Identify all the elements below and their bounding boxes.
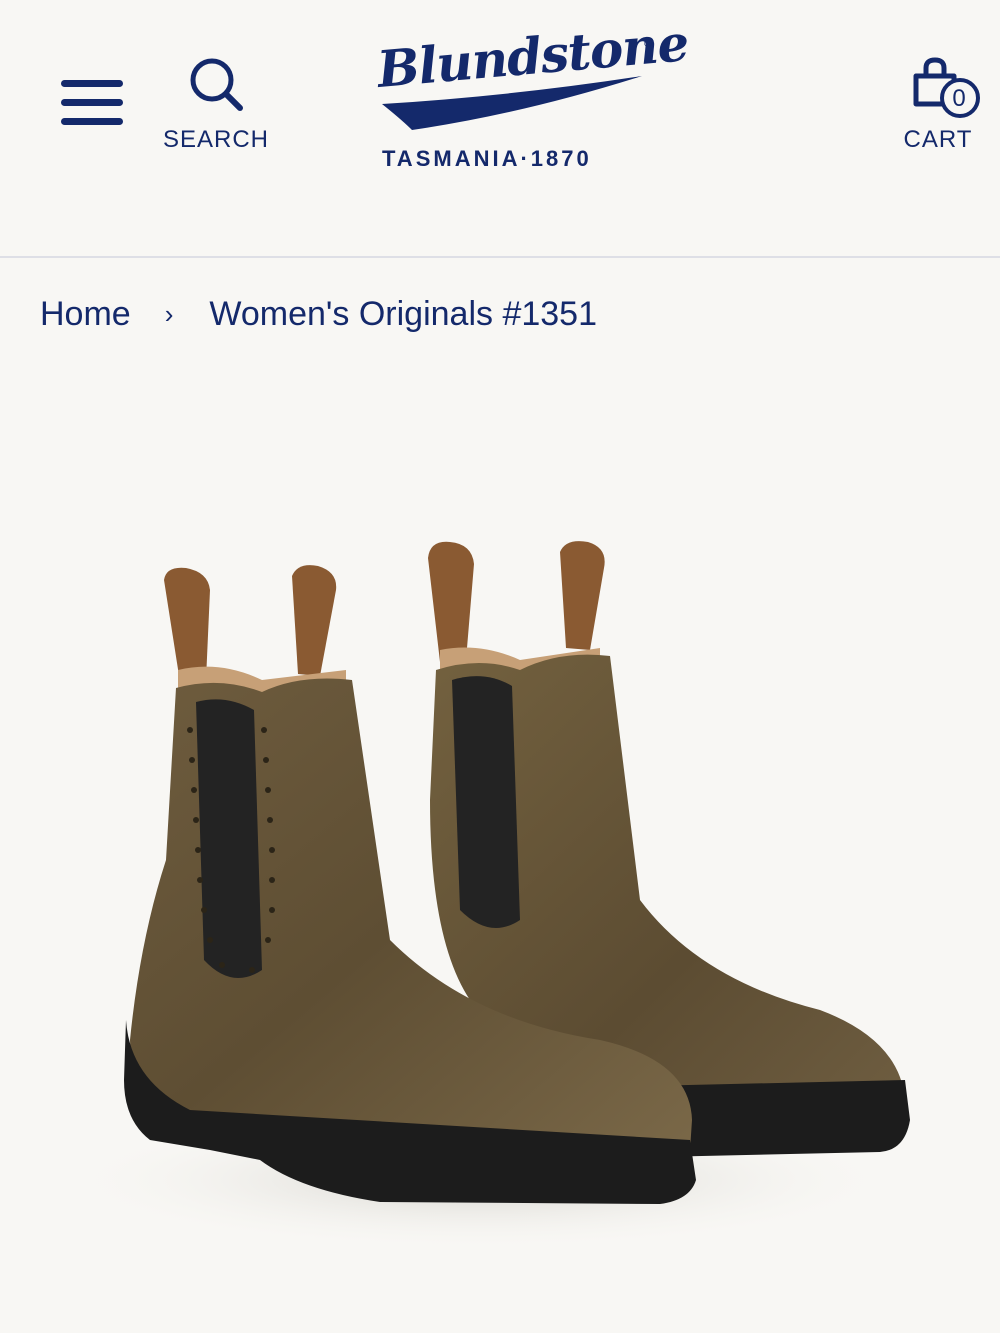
search-icon [190, 58, 243, 111]
page: SEARCH Blundstone ® TASMANIA·1870 0 CART… [0, 0, 1000, 1333]
cart-label: CART [903, 126, 973, 153]
breadcrumb-current-page: Women's Originals #1351 [209, 294, 597, 333]
blundstone-logo[interactable]: Blundstone ® TASMANIA·1870 [372, 13, 691, 174]
logo-registered-mark: ® [644, 38, 653, 50]
search-button[interactable]: SEARCH [160, 56, 272, 156]
menu-button[interactable] [58, 74, 126, 130]
breadcrumb-home-link[interactable]: Home [40, 295, 131, 334]
boots-illustration [60, 541, 910, 1250]
cart-button[interactable]: 0 CART [892, 56, 984, 156]
product-image[interactable] [0, 380, 1000, 1333]
site-header: SEARCH Blundstone ® TASMANIA·1870 0 CART [0, 0, 1000, 258]
search-label: SEARCH [162, 126, 270, 153]
logo-tagline: TASMANIA·1870 [382, 146, 592, 171]
breadcrumb: Home › Women's Originals #1351 [40, 290, 597, 338]
cart-count-badge: 0 [952, 85, 966, 112]
chevron-right-icon: › [164, 298, 174, 329]
